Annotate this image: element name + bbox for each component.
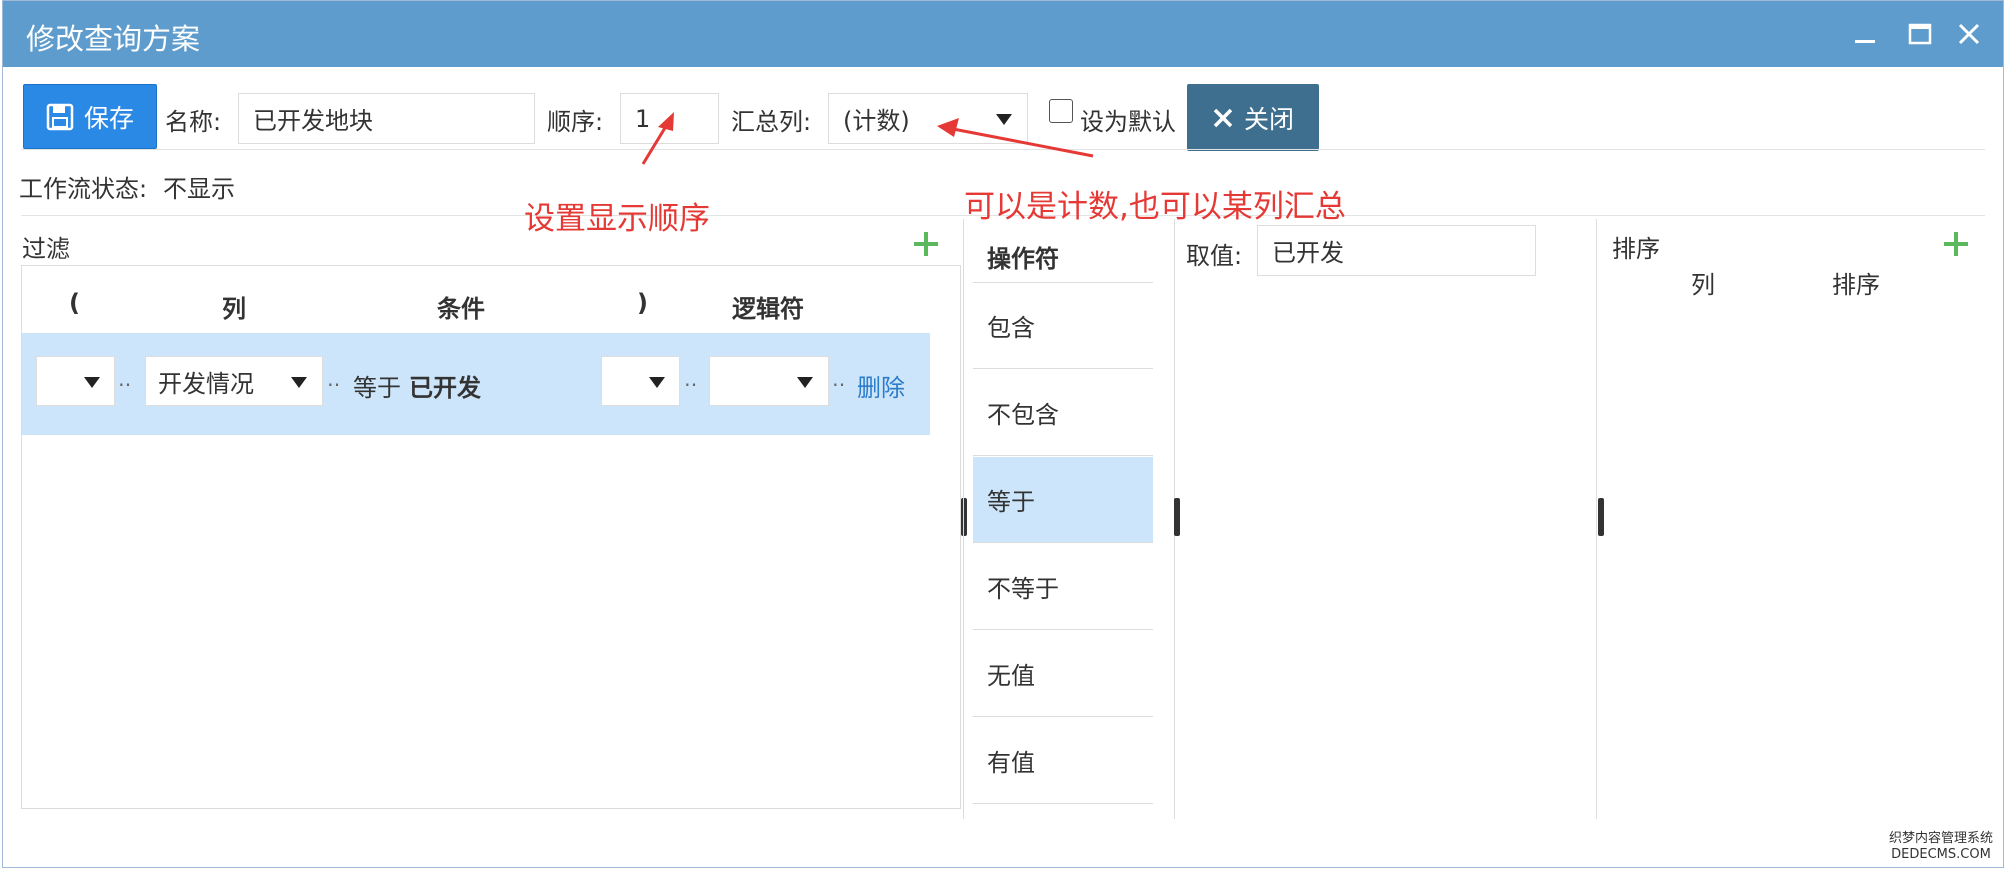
condition-value: 已开发 [409,374,481,402]
chevron-down-icon [996,114,1012,125]
close-button[interactable]: 关闭 [1187,84,1319,151]
workflow-status-label: 工作流状态: [19,175,148,203]
filter-header-column: 列 [222,295,246,323]
expand-dots[interactable]: ‥ [118,367,131,391]
save-button[interactable]: 保存 [23,84,157,149]
save-button-label: 保存 [83,103,134,133]
save-icon [46,103,74,130]
open-paren-select[interactable] [36,356,115,406]
name-label: 名称: [165,108,222,136]
minimize-icon[interactable] [1849,18,1881,50]
filter-header-logic: 逻辑符 [732,295,804,323]
value-label: 取值: [1186,242,1243,270]
expand-dots[interactable]: ‥ [327,367,340,391]
chevron-down-icon [84,377,100,388]
expand-dots[interactable]: ‥ [684,367,697,391]
order-label: 顺序: [547,108,604,136]
edit-query-dialog: 修改查询方案 保存 名称: 已开发地块 顺序: 1 汇总列: (计数) 设为默认… [2,0,2004,868]
operator-item[interactable]: 不等于 [973,544,1153,630]
close-icon[interactable] [1953,18,1985,50]
add-sort-plus-icon[interactable] [1944,232,1968,256]
maximize-icon[interactable] [1904,18,1936,50]
close-x-icon [1213,108,1233,127]
chevron-down-icon [649,377,665,388]
close-button-label: 关闭 [1243,104,1294,134]
close-paren-select[interactable] [601,356,680,406]
chevron-down-icon [291,377,307,388]
operator-item-selected[interactable]: 等于 [973,457,1153,543]
operators-title: 操作符 [987,245,1059,273]
operator-item[interactable]: 不包含 [973,370,1153,456]
workflow-status-value: 不显示 [163,175,235,203]
splitter-handle[interactable] [1174,498,1180,536]
filter-column-select[interactable]: 开发情况 [145,356,323,406]
default-checkbox[interactable] [1049,99,1073,123]
watermark-line-2: DEDECMS.COM [1891,847,1991,862]
order-input[interactable]: 1 [620,93,719,144]
sort-title: 排序 [1612,235,1660,263]
filter-column-value: 开发情况 [158,369,254,398]
chevron-down-icon [797,377,813,388]
default-label: 设为默认 [1080,108,1176,136]
operator-item[interactable]: 包含 [973,283,1153,369]
expand-dots[interactable]: ‥ [832,367,845,391]
condition-operator: 等于 [353,374,401,402]
operator-item[interactable]: 有值 [973,718,1153,804]
summary-select-value: (计数) [843,107,910,135]
sort-header-order: 排序 [1832,271,1880,299]
filter-title: 过滤 [22,235,70,263]
order-annotation: 设置显示顺序 [524,201,710,237]
delete-link[interactable]: 删除 [857,368,905,403]
value-input[interactable]: 已开发 [1257,225,1536,276]
watermark: 织梦内容管理系统 DEDECMS.COM [1889,831,1993,863]
add-filter-plus-icon[interactable] [914,232,938,256]
dialog-title: 修改查询方案 [26,22,201,56]
filter-header-close-paren: ) [637,289,648,317]
logic-select[interactable] [709,356,829,406]
toolbar-divider [21,149,1985,150]
value-sort-divider [1596,219,1597,819]
watermark-line-1: 织梦内容管理系统 [1888,831,1993,846]
summary-label: 汇总列: [731,108,812,136]
title-bar[interactable]: 修改查询方案 [3,1,2003,67]
summary-select[interactable]: (计数) [828,93,1028,144]
filter-header-open-paren: ( [69,289,80,317]
filter-header-condition: 条件 [437,295,485,323]
sort-header-column: 列 [1691,271,1715,299]
name-input[interactable]: 已开发地块 [238,93,535,144]
splitter-handle[interactable] [1598,498,1604,536]
operator-item[interactable]: 无值 [973,631,1153,717]
